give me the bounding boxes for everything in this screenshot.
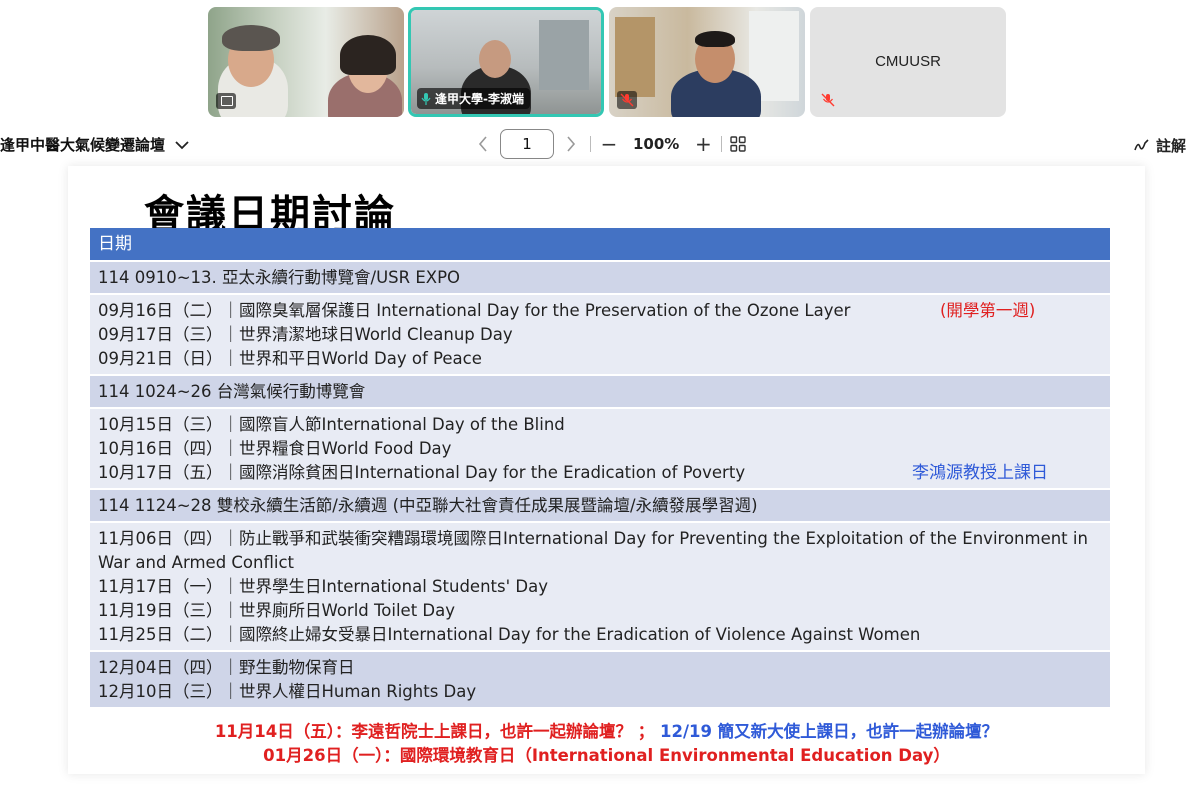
document-title-menu[interactable]: 逢甲中醫大氣候變遷論壇 bbox=[0, 134, 189, 155]
row-line: 11月19日（三）｜世界廁所日World Toilet Day bbox=[98, 601, 456, 620]
row-line: 12月10日（三）｜世界人權日Human Rights Day bbox=[98, 682, 477, 701]
table-row: 11月06日（四）｜防止戰爭和武裝衝突糟蹋環境國際日International … bbox=[90, 521, 1110, 650]
row-line: 10月16日（四）｜世界糧食日World Food Day bbox=[98, 439, 452, 458]
presentation-slide: 會議日期討論 日期 114 0910~13. 亞太永續行動博覽會/USR EXP… bbox=[68, 166, 1145, 774]
table-row: 114 1124~28 雙校永續生活節/永續週 (中亞聯大社會責任成果展暨論壇/… bbox=[90, 488, 1110, 521]
row-line: 114 1124~28 雙校永續生活節/永續週 (中亞聯大社會責任成果展暨論壇/… bbox=[98, 496, 758, 515]
annotate-label: 註解 bbox=[1155, 137, 1186, 155]
row-line: 09月21日（日）｜世界和平日World Day of Peace bbox=[98, 349, 482, 368]
chevron-down-icon bbox=[175, 140, 189, 149]
row-line: 10月15日（三）｜國際盲人節International Day of the … bbox=[98, 415, 565, 434]
row-line: 09月17日（三）｜世界清潔地球日World Cleanup Day bbox=[98, 325, 513, 344]
previous-page-button[interactable] bbox=[472, 133, 494, 155]
table-row: 114 0910~13. 亞太永續行動博覽會/USR EXPO bbox=[90, 260, 1110, 293]
footer-note-2: 01月26日（一）：國際環境教育日（International Environm… bbox=[263, 746, 950, 765]
table-row: 114 1024~26 台灣氣候行動博覽會 bbox=[90, 374, 1110, 407]
grid-view-icon[interactable] bbox=[730, 136, 747, 152]
participant-tile-3[interactable] bbox=[609, 7, 805, 117]
annotate-button[interactable]: 註解 bbox=[1134, 135, 1186, 156]
next-page-button[interactable] bbox=[560, 133, 582, 155]
video-strip: 逢甲大學-李淑端 CMUUSR bbox=[208, 7, 1008, 117]
microphone-icon bbox=[421, 92, 431, 105]
participant-hair bbox=[340, 35, 396, 75]
pen-squiggle-icon bbox=[1134, 138, 1149, 150]
participant-tile-2[interactable]: 逢甲大學-李淑端 bbox=[408, 7, 604, 117]
zoom-out-button[interactable]: − bbox=[599, 134, 619, 154]
document-toolbar: 逢甲中醫大氣候變遷論壇 1 − 100% + 註解 bbox=[0, 126, 1200, 162]
background-window bbox=[539, 20, 589, 90]
zoom-in-button[interactable]: + bbox=[693, 134, 713, 154]
participant-hair bbox=[222, 25, 280, 51]
row-line: 12月04日（四）｜野生動物保育日 bbox=[98, 658, 355, 677]
chevron-left-icon bbox=[478, 136, 487, 152]
row-line: 114 1024~26 台灣氣候行動博覽會 bbox=[98, 382, 366, 401]
mic-muted-icon bbox=[617, 91, 637, 109]
row-line: 11月25日（二）｜國際終止婦女受暴日International Day for… bbox=[98, 625, 921, 644]
zoom-level: 100% bbox=[633, 135, 680, 153]
mic-muted-icon bbox=[821, 93, 835, 107]
toolbar-divider bbox=[590, 136, 591, 152]
screen-share-icon bbox=[216, 93, 236, 109]
row-line: 11月06日（四）｜防止戰爭和武裝衝突糟蹋環境國際日International … bbox=[98, 529, 1088, 572]
semester-start-note: (開學第一週) bbox=[940, 301, 1036, 320]
toolbar-divider bbox=[721, 136, 723, 152]
page-controls: 1 − 100% + bbox=[472, 129, 747, 159]
participant-tile-4[interactable]: CMUUSR bbox=[810, 7, 1006, 117]
participant-name: 逢甲大學-李淑端 bbox=[435, 92, 524, 106]
chevron-right-icon bbox=[567, 136, 576, 152]
participant-tile-1[interactable] bbox=[208, 7, 404, 117]
row-line: 11月17日（一）｜世界學生日International Students' D… bbox=[98, 577, 548, 596]
footer-red-text: 11月14日（五）：李遠哲院士上課日，也許一起辦論壇？ ； bbox=[214, 722, 660, 741]
row-line: 114 0910~13. 亞太永續行動博覽會/USR EXPO bbox=[98, 268, 461, 287]
schedule-table: 日期 114 0910~13. 亞太永續行動博覽會/USR EXPO 09月16… bbox=[90, 228, 1110, 707]
lecture-day-note: 李鴻源教授上課日 bbox=[912, 463, 1048, 483]
background-shelf bbox=[615, 17, 655, 97]
footer-blue-text: 12/19 簡又新大使上課日，也許一起辦論壇？ bbox=[659, 722, 999, 741]
participant-hair bbox=[695, 31, 735, 47]
participant-name: CMUUSR bbox=[875, 53, 941, 70]
table-row: 10月15日（三）｜國際盲人節International Day of the … bbox=[90, 407, 1110, 488]
participant-face bbox=[479, 40, 511, 78]
footer-note-1: 11月14日（五）：李遠哲院士上課日，也許一起辦論壇？ ； 12/19 簡又新大… bbox=[68, 718, 1145, 742]
document-title: 逢甲中醫大氣候變遷論壇 bbox=[0, 136, 166, 154]
table-header: 日期 bbox=[90, 228, 1110, 260]
participant-name-tag: 逢甲大學-李淑端 bbox=[417, 88, 530, 109]
table-row: 09月16日（二）｜國際臭氧層保護日 International Day for… bbox=[90, 293, 1110, 374]
table-row: 12月04日（四）｜野生動物保育日 12月10日（三）｜世界人權日Human R… bbox=[90, 650, 1110, 707]
page-number-input[interactable]: 1 bbox=[500, 129, 554, 159]
